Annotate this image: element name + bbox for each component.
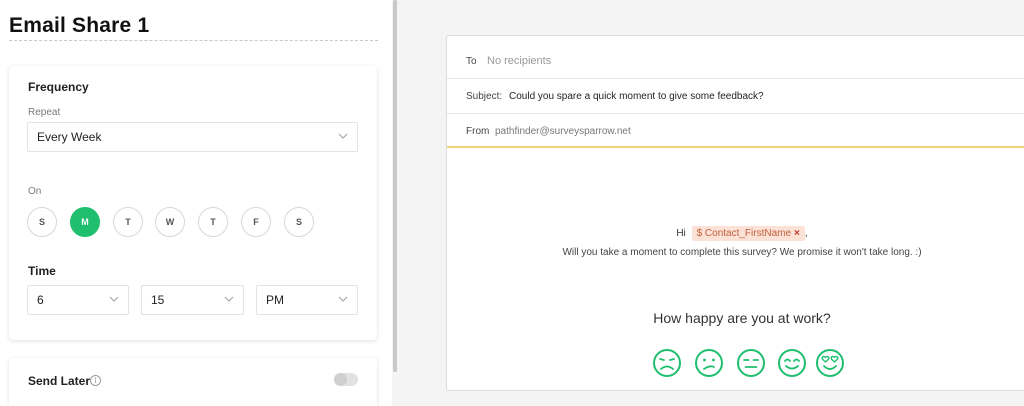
repeat-label: Repeat (28, 107, 61, 118)
survey-question: How happy are you at work? (653, 310, 831, 326)
day-button-wednesday[interactable]: W (155, 207, 185, 237)
hour-select-value: 6 (37, 293, 44, 307)
love-face-icon[interactable] (815, 348, 845, 378)
rating-faces (652, 348, 852, 380)
panel-scrollbar[interactable] (393, 0, 397, 372)
title-divider (9, 40, 378, 41)
happy-face-icon[interactable] (777, 348, 807, 378)
contact-variable-tag[interactable]: $ Contact_FirstName × (691, 226, 805, 241)
variable-symbol: $ (696, 228, 703, 239)
day-button-thursday[interactable]: T (198, 207, 228, 237)
settings-panel: Email Share 1 Frequency Repeat Every Wee… (0, 0, 392, 406)
from-label: From (466, 126, 490, 137)
page-title: Email Share 1 (9, 14, 150, 37)
greeting-line: Hi $ Contact_FirstName ×, (447, 226, 1024, 241)
on-label: On (28, 186, 42, 197)
info-icon[interactable]: i (90, 375, 101, 386)
header-divider (447, 146, 1024, 148)
email-preview: To No recipients Subject: Could you spar… (446, 35, 1024, 391)
send-later-label: Send Later (28, 374, 91, 388)
email-message: Will you take a moment to complete this … (562, 247, 922, 258)
from-row: From pathfinder@surveysparrow.net (447, 114, 1024, 149)
very-sad-face-icon[interactable] (652, 348, 682, 378)
minute-select[interactable]: 15 (141, 285, 244, 315)
day-button-sunday[interactable]: S (27, 207, 57, 237)
chevron-down-icon (338, 133, 348, 139)
chevron-down-icon (338, 296, 348, 302)
greeting-text: Hi (676, 228, 686, 239)
day-button-monday[interactable]: M (70, 207, 100, 237)
day-button-saturday[interactable]: S (284, 207, 314, 237)
subject-row[interactable]: Subject: Could you spare a quick moment … (447, 79, 1024, 114)
repeat-select[interactable]: Every Week (27, 122, 358, 152)
toggle-knob (334, 373, 347, 386)
repeat-select-value: Every Week (37, 130, 102, 144)
frequency-card: Frequency Repeat Every Week On Time 6 15… (9, 66, 377, 340)
from-value: pathfinder@surveysparrow.net (495, 126, 631, 137)
send-later-card: Send Later i (9, 358, 377, 406)
subject-value: Could you spare a quick moment to give s… (509, 91, 764, 102)
variable-name: Contact_FirstName (704, 228, 792, 239)
chevron-down-icon (224, 296, 234, 302)
to-value: No recipients (487, 55, 552, 67)
neutral-face-icon[interactable] (736, 348, 766, 378)
subject-label: Subject: (466, 91, 503, 102)
send-later-toggle[interactable] (334, 373, 358, 386)
time-heading: Time (28, 264, 56, 278)
ampm-select-value: PM (266, 293, 284, 307)
greeting-suffix: , (804, 228, 808, 239)
day-button-friday[interactable]: F (241, 207, 271, 237)
remove-variable-icon[interactable]: × (794, 228, 800, 239)
to-row[interactable]: To No recipients (447, 44, 1024, 79)
day-button-tuesday[interactable]: T (113, 207, 143, 237)
ampm-select[interactable]: PM (256, 285, 358, 315)
to-label: To (466, 56, 477, 67)
frequency-heading: Frequency (28, 80, 89, 94)
sad-face-icon[interactable] (694, 348, 724, 378)
chevron-down-icon (109, 296, 119, 302)
hour-select[interactable]: 6 (27, 285, 129, 315)
minute-select-value: 15 (151, 293, 165, 307)
